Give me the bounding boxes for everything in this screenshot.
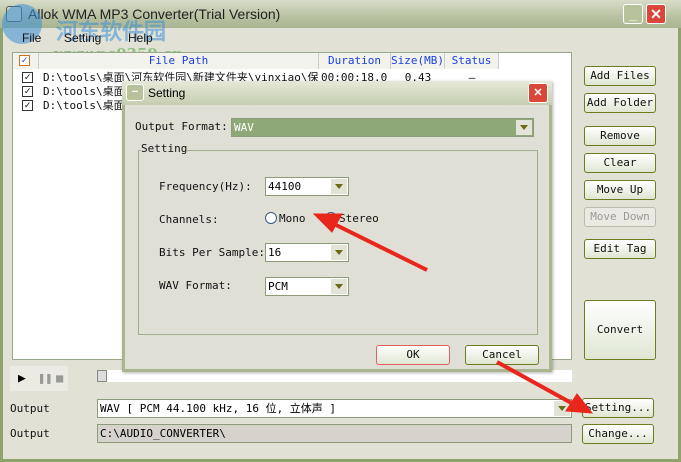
arrow-to-setting [496, 360, 576, 407]
arrow-to-mono [329, 220, 428, 272]
arrow-head [312, 213, 343, 233]
annotation-arrows [312, 213, 594, 414]
